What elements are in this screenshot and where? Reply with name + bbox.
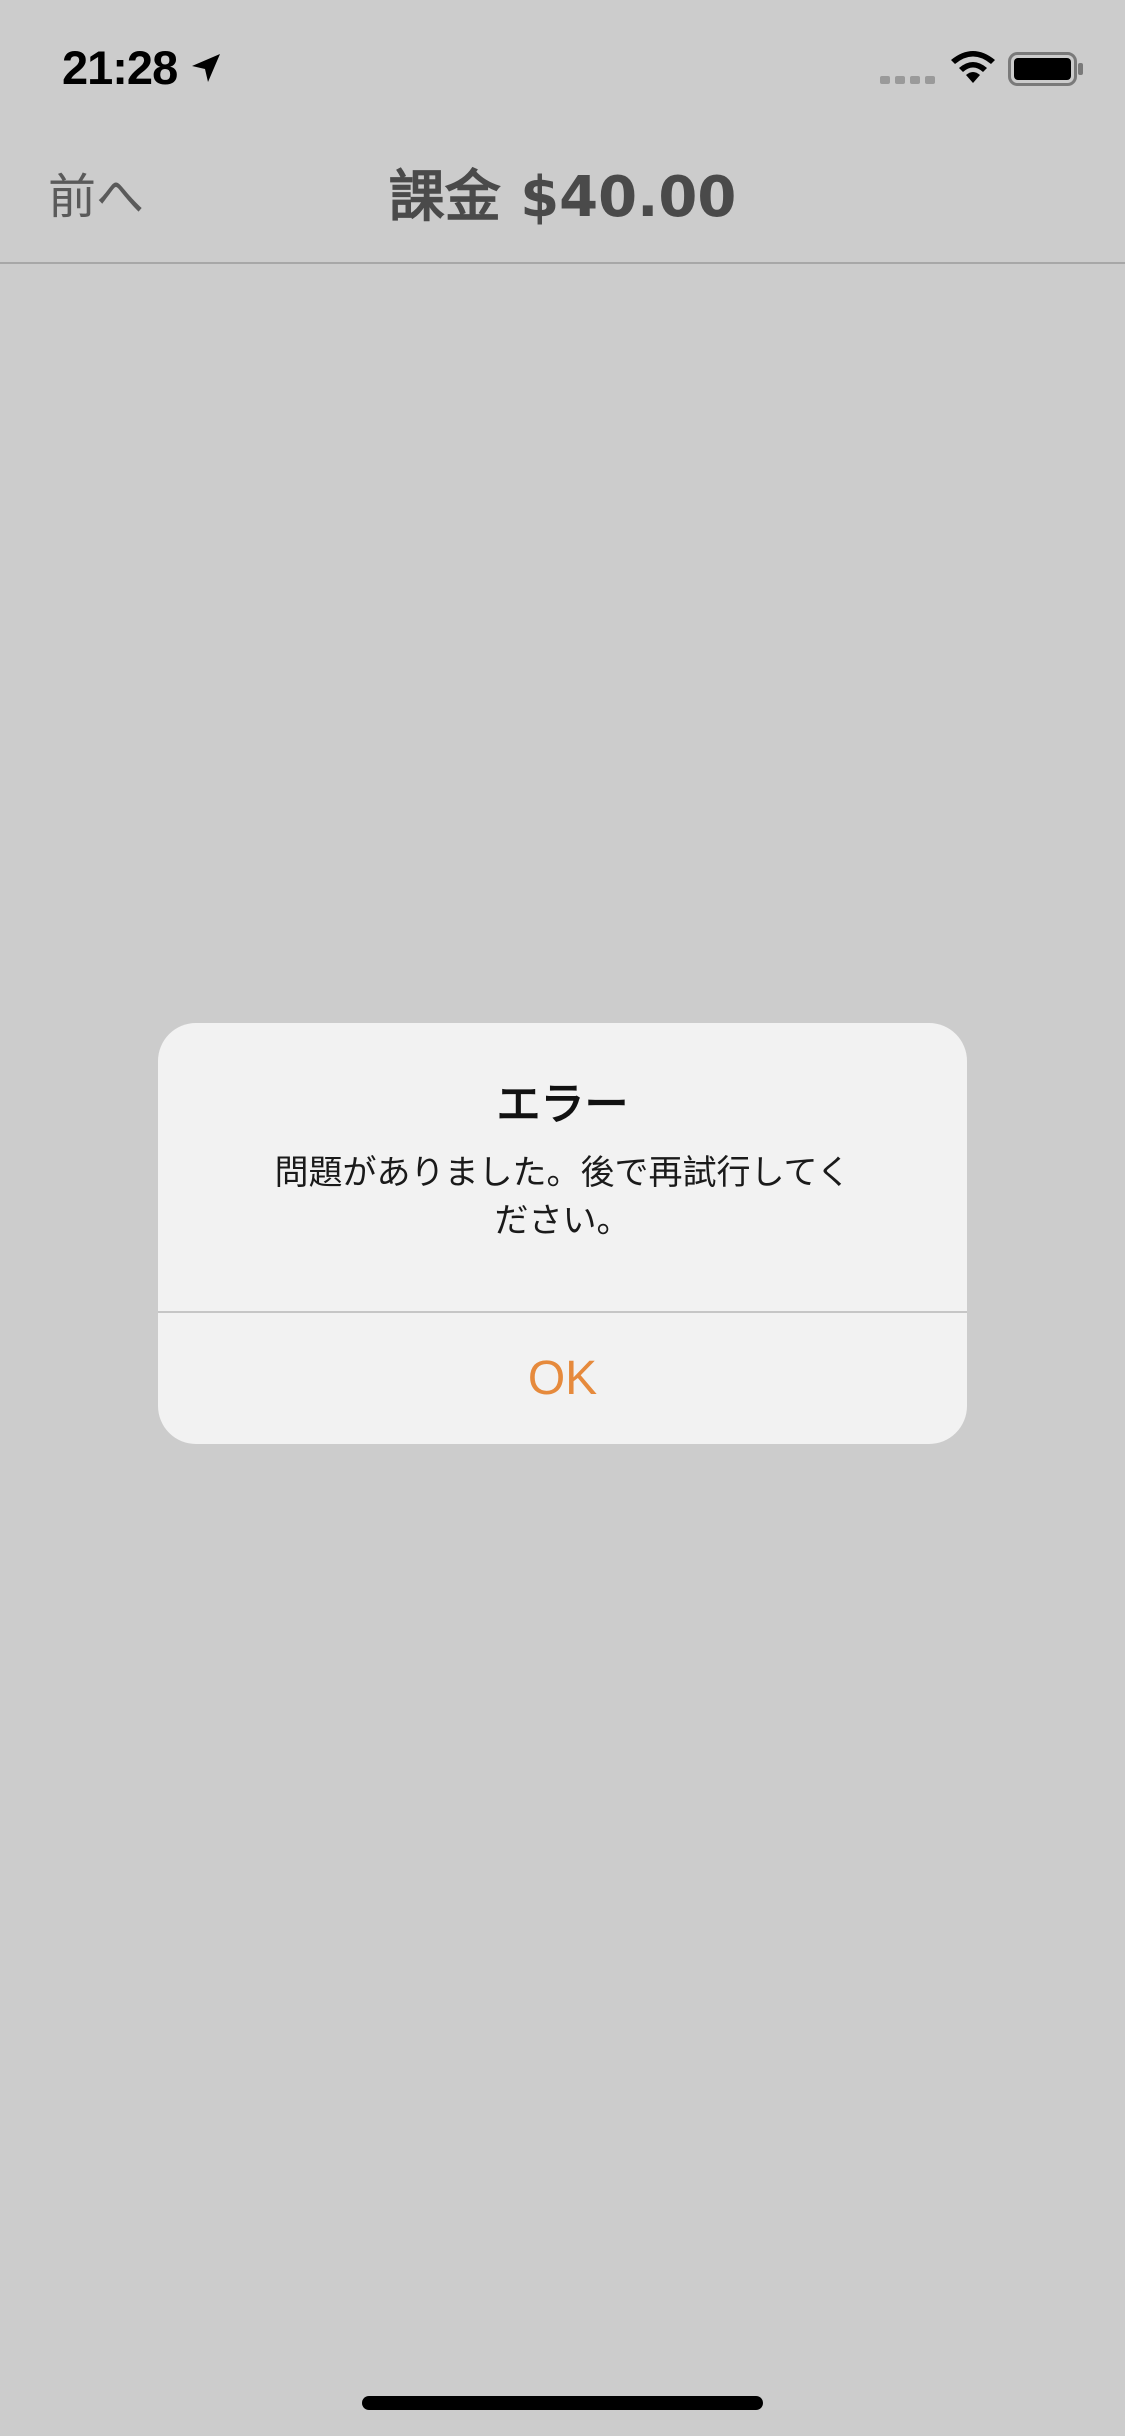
wifi-icon [951,51,995,83]
alert-title: エラー [496,1079,629,1130]
home-indicator[interactable] [362,2396,763,2410]
navigation-bar: 前へ 課金 $40.00 [0,132,1125,264]
status-time: 21:28 [62,41,178,94]
location-arrow-icon [192,54,220,82]
page-title: 課金 $40.00 [388,165,737,230]
status-bar: 21:28 [0,0,1125,132]
alert-message: 問題がありました。後で再試行してください。 [274,1153,851,1241]
error-alert: エラー 問題がありました。後で再試行してください。 OK [158,1023,967,1444]
cellular-signal-icon [880,76,935,84]
battery-icon [1008,52,1083,86]
screen: 21:28 前へ 課金 $40.00 エラー 問題がありました。後で再試行してく… [0,0,1125,2436]
ok-button[interactable]: OK [158,1313,967,1444]
alert-content: エラー 問題がありました。後で再試行してください。 [158,1023,967,1311]
